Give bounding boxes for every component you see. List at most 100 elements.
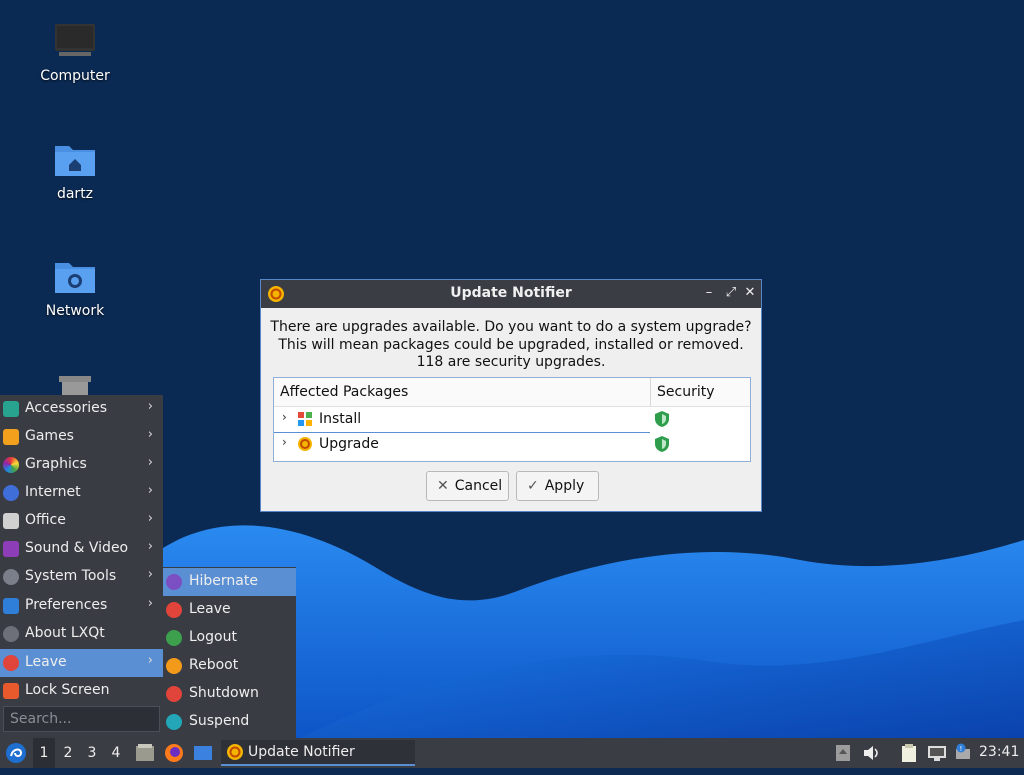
menu-item-preferences[interactable]: Preferences › [0, 592, 163, 620]
graphics-icon [3, 457, 19, 473]
menu-item-label: System Tools [25, 568, 117, 584]
computer-icon [53, 22, 97, 62]
upgrade-package-icon [297, 436, 313, 456]
menu-item-accessories[interactable]: Accessories › [0, 395, 163, 423]
update-notification-icon[interactable]: ! [953, 738, 973, 768]
apply-button[interactable]: ✓ Apply [516, 471, 599, 501]
shield-icon [654, 410, 670, 432]
accessories-icon [3, 401, 19, 417]
power-icon [166, 602, 182, 618]
chevron-right-icon: › [147, 539, 153, 554]
menu-item-label: About LXQt [25, 625, 105, 641]
sound-video-icon [3, 541, 19, 557]
menu-item-graphics[interactable]: Graphics › [0, 451, 163, 479]
menu-item-lock-screen[interactable]: Lock Screen [0, 677, 163, 705]
column-header-security[interactable]: Security [650, 378, 715, 406]
desktop-icon-computer[interactable]: Computer [20, 22, 130, 84]
column-header-packages[interactable]: Affected Packages [280, 384, 408, 400]
checkmark-icon: ✓ [527, 478, 539, 494]
submenu-item-label: Reboot [189, 657, 239, 673]
maximize-button[interactable]: ⤢ [723, 285, 739, 301]
dialog-titlebar[interactable]: Update Notifier – ⤢ ✕ [261, 280, 761, 308]
submenu-item-reboot[interactable]: Reboot [163, 652, 296, 680]
clipboard-icon[interactable] [899, 738, 919, 768]
submenu-item-hibernate[interactable]: Hibernate [163, 568, 296, 596]
cancel-button[interactable]: ✕ Cancel [426, 471, 509, 501]
table-header: Affected Packages Security [274, 378, 750, 407]
hibernate-icon [166, 574, 182, 590]
expand-arrow-icon[interactable]: › [282, 410, 287, 424]
info-icon [3, 626, 19, 642]
menu-item-leave[interactable]: Leave › [0, 649, 163, 677]
menu-item-games[interactable]: Games › [0, 423, 163, 451]
menu-search-input[interactable]: Search... [3, 706, 160, 732]
minimize-button[interactable]: – [701, 285, 717, 301]
start-menu-button[interactable] [4, 738, 28, 768]
menu-item-label: Office [25, 512, 66, 528]
volume-icon[interactable] [862, 738, 882, 768]
message-line: This will mean packages could be upgrade… [278, 336, 744, 353]
office-icon [3, 513, 19, 529]
system-tools-icon [3, 569, 19, 585]
menu-item-internet[interactable]: Internet › [0, 479, 163, 507]
dialog-title: Update Notifier [450, 285, 572, 301]
menu-item-label: Leave [25, 654, 67, 670]
logout-icon [166, 630, 182, 646]
chevron-right-icon: › [147, 653, 153, 668]
taskbar: 1 2 3 4 Update Notifier ! 23:41 [0, 738, 1024, 768]
submenu-item-label: Logout [189, 629, 237, 645]
package-name: Upgrade [319, 436, 379, 452]
svg-text:!: ! [960, 745, 963, 753]
chevron-right-icon: › [147, 427, 153, 442]
lock-icon [3, 683, 19, 699]
file-manager-icon[interactable] [134, 738, 156, 768]
menu-item-label: Sound & Video [25, 540, 129, 556]
menu-item-about-lxqt[interactable]: About LXQt [0, 620, 163, 648]
update-notifier-dialog: Update Notifier – ⤢ ✕ There are upgrades… [260, 279, 762, 512]
update-notifier-icon [226, 743, 244, 765]
submenu-item-leave[interactable]: Leave [163, 596, 296, 624]
install-package-icon [297, 411, 313, 431]
shield-icon [654, 435, 670, 457]
submenu-item-label: Leave [189, 601, 231, 617]
desktop-icon-label: dartz [56, 186, 94, 202]
submenu-item-shutdown[interactable]: Shutdown [163, 680, 296, 708]
desktop-icon-dartz[interactable]: dartz [20, 140, 130, 202]
menu-item-sound-video[interactable]: Sound & Video › [0, 535, 163, 563]
games-icon [3, 429, 19, 445]
menu-item-label: Accessories [25, 400, 108, 416]
package-name: Install [319, 411, 362, 427]
chevron-right-icon: › [147, 399, 153, 414]
network-icon[interactable] [927, 738, 947, 768]
workspace-4-button[interactable]: 4 [105, 738, 127, 768]
workspace-3-button[interactable]: 3 [81, 738, 103, 768]
taskbar-task-update-notifier[interactable]: Update Notifier [221, 740, 415, 766]
chevron-right-icon: › [147, 455, 153, 470]
start-menu: Accessories › Games › Graphics › Interne… [0, 395, 163, 738]
table-row-install[interactable]: › Install [274, 407, 650, 433]
clock[interactable]: 23:41 [979, 744, 1019, 760]
cancel-label: Cancel [454, 478, 503, 494]
close-button[interactable]: ✕ [742, 285, 758, 301]
suspend-icon [166, 714, 182, 730]
task-label: Update Notifier [248, 744, 355, 760]
submenu-item-logout[interactable]: Logout [163, 624, 296, 652]
desktop-icon-label: Network [45, 303, 105, 319]
dialog-message: There are upgrades available. Do you wan… [261, 319, 761, 372]
tray-arrow-icon[interactable] [834, 738, 852, 768]
menu-item-label: Preferences [25, 597, 108, 613]
expand-arrow-icon[interactable]: › [282, 435, 287, 449]
internet-icon [3, 485, 19, 501]
workspace-1-button[interactable]: 1 [33, 738, 55, 768]
firefox-icon[interactable] [163, 738, 185, 768]
show-desktop-icon[interactable] [192, 738, 214, 768]
menu-item-system-tools[interactable]: System Tools › [0, 563, 163, 591]
cancel-icon: ✕ [437, 478, 449, 494]
affected-packages-table[interactable]: Affected Packages Security › Install › U… [273, 377, 751, 462]
desktop-icon-network[interactable]: Network [20, 257, 130, 319]
menu-item-office[interactable]: Office › [0, 507, 163, 535]
table-row-upgrade[interactable]: › Upgrade [274, 432, 750, 457]
workspace-2-button[interactable]: 2 [57, 738, 79, 768]
message-line: 118 are security upgrades. [416, 354, 606, 370]
submenu-item-suspend[interactable]: Suspend [163, 708, 296, 736]
